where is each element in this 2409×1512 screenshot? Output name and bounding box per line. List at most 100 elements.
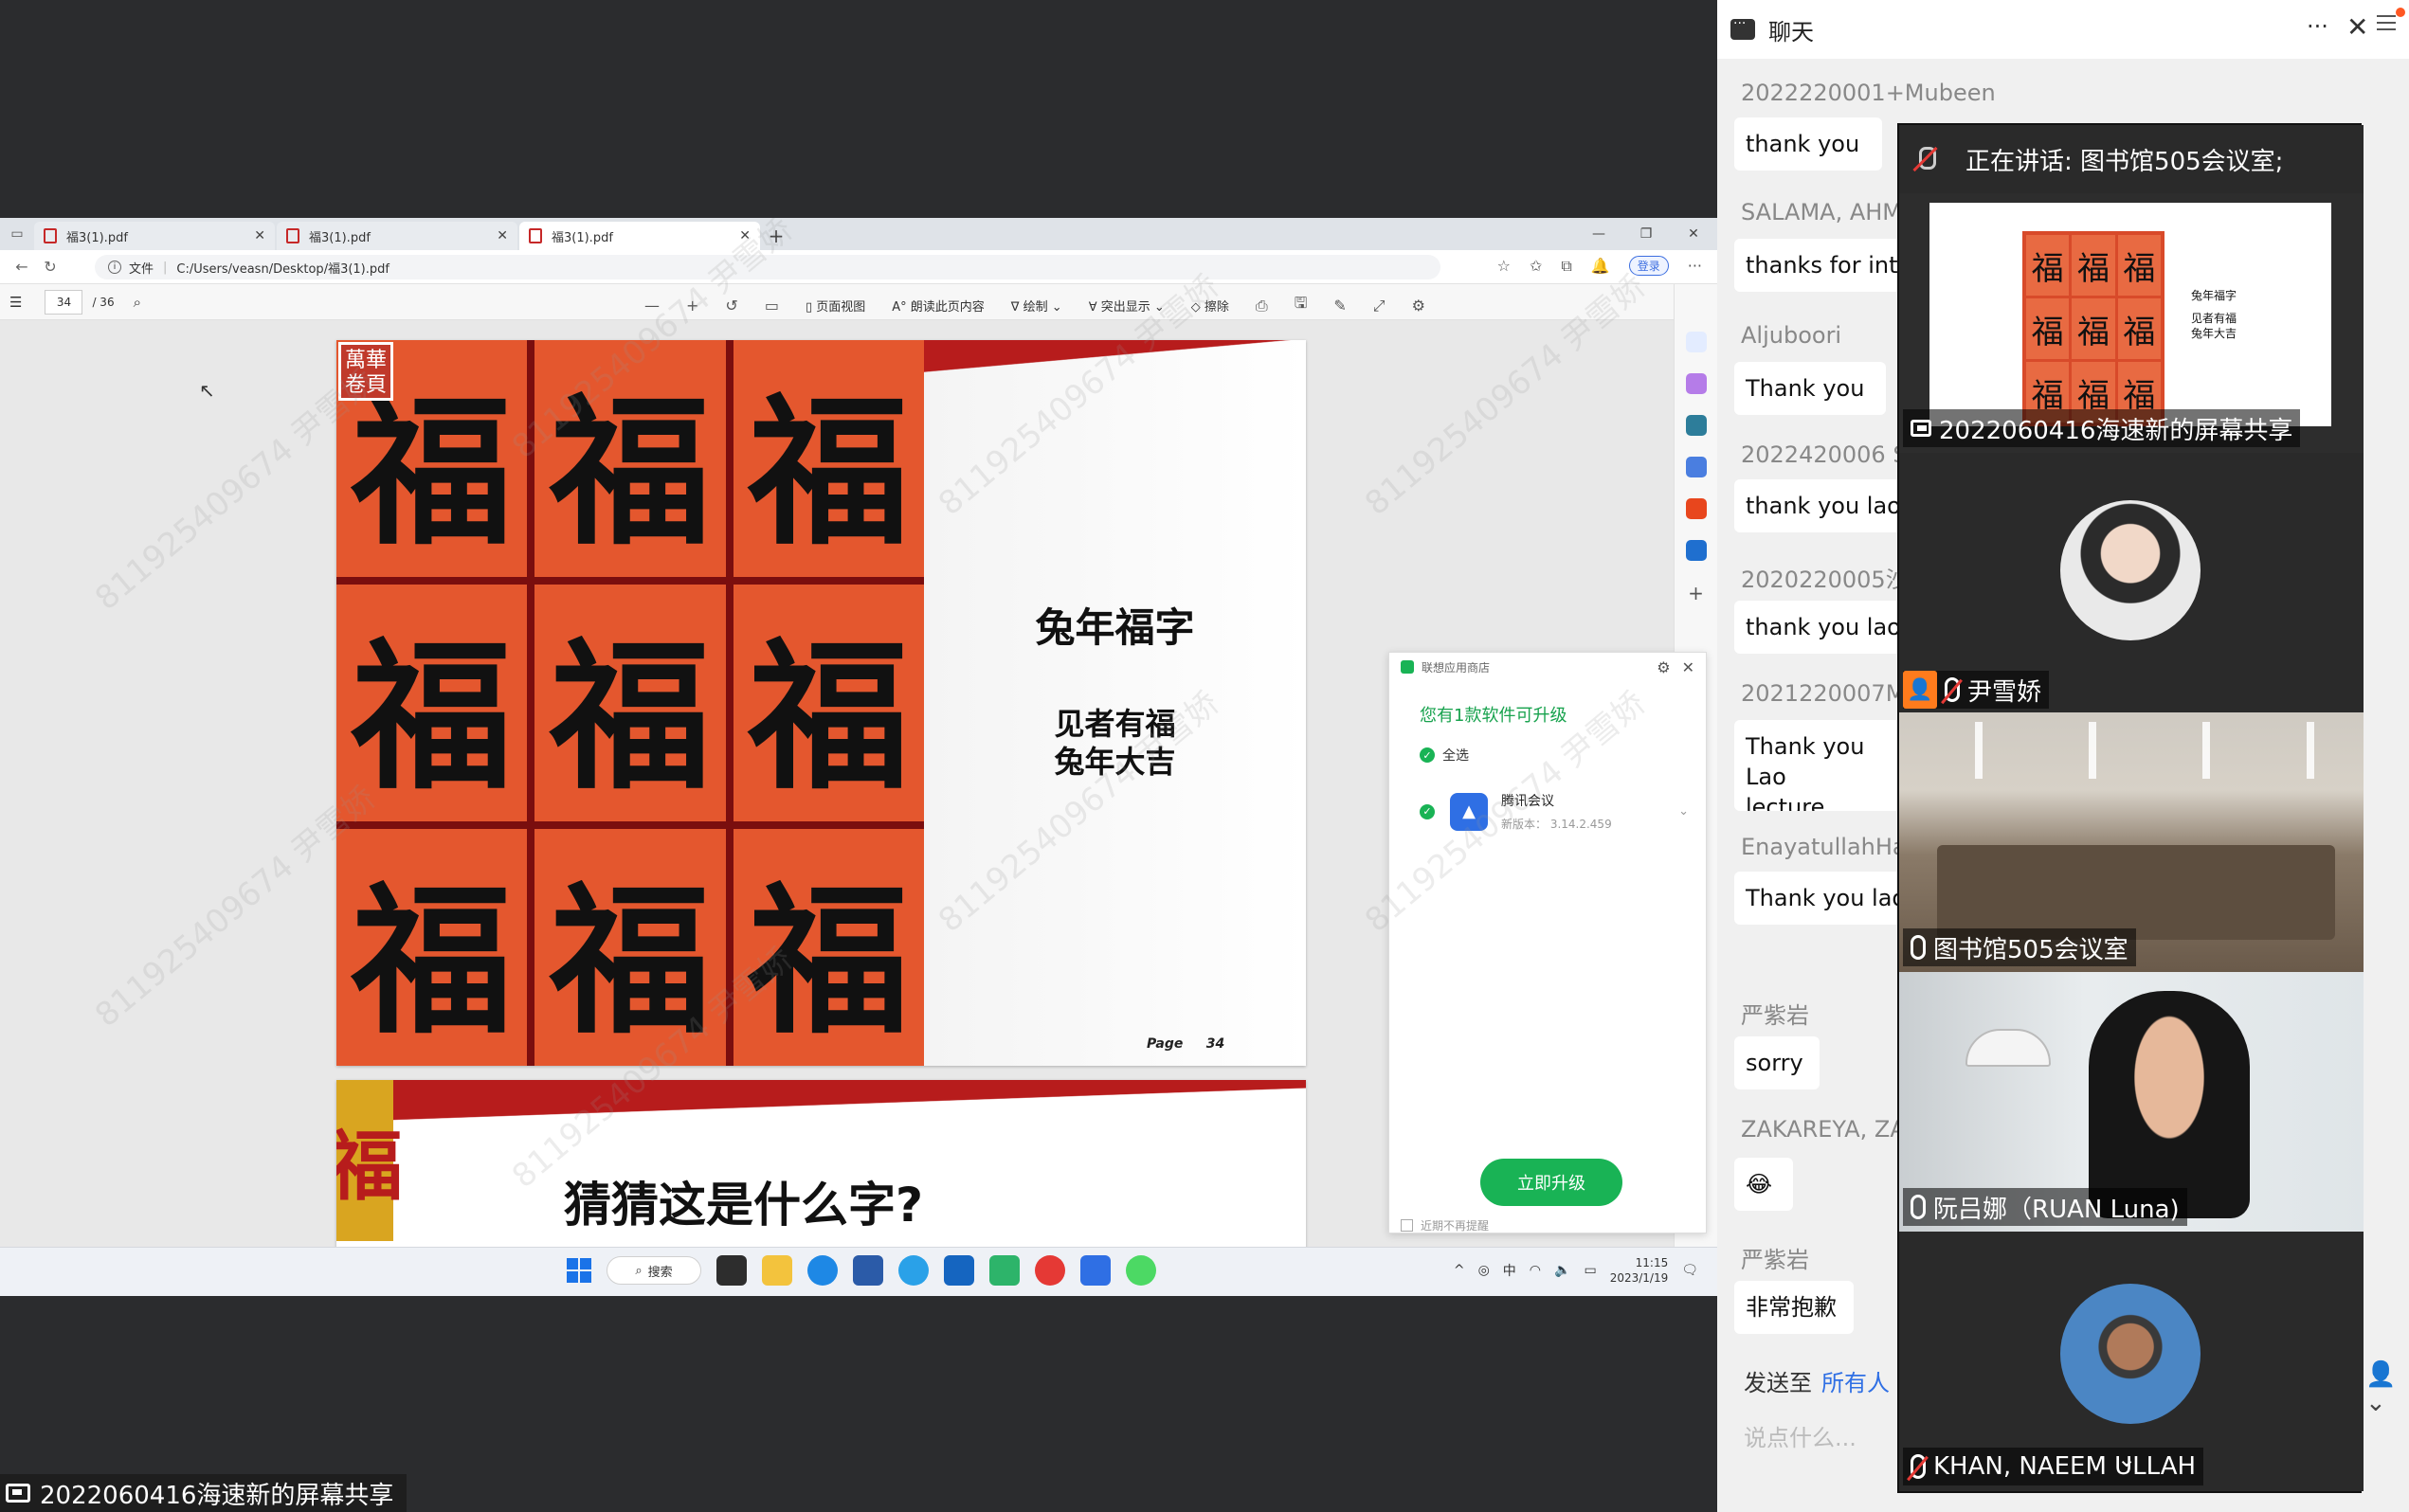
add-sidebar-icon[interactable]: + [1686,582,1707,604]
close-tab-icon[interactable]: ✕ [739,228,751,243]
erase-button[interactable]: ◇ 擦除 [1191,297,1229,315]
clock[interactable]: 11:15 2023/1/19 [1610,1255,1669,1286]
address-input[interactable]: i 文件 | C:/Users/veasn/Desktop/福3(1).pdf [95,255,1440,279]
taskbar-search[interactable]: ⌕ 搜索 [607,1256,701,1285]
send-to-label: 发送至 [1744,1370,1812,1396]
video-tile-active-speaker[interactable]: 图书馆505会议室 [1899,712,2364,972]
workspaces-icon[interactable]: ▭ [0,218,34,250]
popup-source: 联想应用商店 [1422,660,1491,675]
app-store-taskbar-icon[interactable] [989,1255,1020,1286]
search-icon[interactable]: ⌕ [134,294,141,311]
save-as-icon[interactable]: ✎ [1333,297,1346,315]
outlook-icon[interactable] [1685,540,1707,561]
close-chat-icon[interactable]: ✕ [2346,11,2368,43]
print-icon[interactable]: ⎙ [1256,297,1268,315]
ime-indicator[interactable]: 中 [1503,1261,1516,1280]
more-menu-icon[interactable]: ··· [1688,257,1702,275]
slide-page-label: Page 34 [1147,1036,1224,1052]
store-icon[interactable] [853,1255,883,1286]
fullscreen-icon[interactable]: ⤢ [1373,297,1386,315]
back-icon[interactable]: ← [8,258,36,276]
highlight-button[interactable]: ∀ 突出显示 ⌄ [1089,297,1165,315]
contents-icon[interactable]: ☰ [9,294,22,311]
search-sidebar-icon[interactable] [1685,332,1707,352]
fit-page-icon[interactable]: ▭ [765,297,779,315]
chevron-down-icon[interactable]: ⌄ [2117,1446,2136,1472]
dont-remind-checkbox[interactable]: 近期不再提醒 [1401,1217,1489,1233]
minimize-icon[interactable]: — [1575,218,1622,250]
favorites-icon[interactable]: ✩ [1530,257,1542,275]
participant-select-icon[interactable]: 👤⌄ [2365,1360,2409,1417]
select-all-checkbox[interactable]: ✓ 全选 [1420,746,1706,765]
notification-icon[interactable]: 🗨 [1681,1263,1698,1278]
video-tile-participant[interactable]: KHAN, NAEEM ULLAH ⌄ [1899,1232,2364,1491]
menu-icon[interactable] [2377,13,2396,32]
mic-muted-icon[interactable] [1912,145,1937,173]
tencent-meeting-taskbar-icon[interactable] [1080,1255,1111,1286]
browser-tab-3-active[interactable]: 福3(1).pdf ✕ [519,222,760,250]
page-view-button[interactable]: ▯ 页面视图 [806,297,865,315]
video-tile-participant[interactable]: 阮吕娜（RUAN Luna) [1899,972,2364,1232]
more-options-icon[interactable]: ··· [2307,13,2328,40]
video-tile-screen-share[interactable]: 福福福 福福福 福福福 兔年福字 见者有福 兔年大吉 2022060416海速新… [1899,193,2364,453]
lenovo-app-icon[interactable] [944,1255,974,1286]
copilot-icon[interactable] [1685,373,1707,394]
close-window-icon[interactable]: ✕ [1670,218,1717,250]
tile-name-label: KHAN, NAEEM ULLAH [1903,1448,2204,1485]
close-tab-icon[interactable]: ✕ [497,228,508,243]
page-number-input[interactable]: 34 [45,289,83,315]
draw-icon: ∇ [1010,300,1023,315]
send-to-selector[interactable]: 发送至 所有人 [1744,1364,1890,1397]
tray-overflow-icon[interactable]: ^ [1454,1263,1465,1278]
favorite-star-icon[interactable]: ☆ [1497,257,1511,275]
erase-label: 擦除 [1204,300,1229,315]
upgrade-now-button[interactable]: 立即升级 [1480,1159,1622,1206]
chevron-down-icon[interactable]: ⌄ [1678,804,1689,819]
file-explorer-icon[interactable] [762,1255,792,1286]
zoom-out-icon[interactable]: — [644,297,660,315]
message-sender: 2021220007MC [1741,680,1922,707]
windows-start-icon[interactable] [567,1258,591,1283]
tencent-meeting-icon: ▲ [1450,792,1488,831]
chrome-icon[interactable] [1035,1255,1065,1286]
new-tab-button[interactable]: + [762,222,790,250]
task-view-icon[interactable] [716,1255,747,1286]
login-button[interactable]: 登录 [1628,256,1669,276]
save-icon[interactable]: 🖫 [1295,293,1308,318]
games-icon[interactable] [1685,457,1707,477]
close-tab-icon[interactable]: ✕ [254,228,265,243]
fu-character: 福 [733,585,924,821]
tools-icon[interactable] [1685,415,1707,436]
video-tile-participant[interactable]: 👤 尹雪娇 [1899,453,2364,712]
send-to-target[interactable]: 所有人 [1821,1370,1890,1396]
office-icon[interactable] [1685,498,1707,519]
notifications-icon[interactable]: 🔔 [1591,257,1610,275]
settings-gear-icon[interactable]: ⚙ [1412,297,1425,315]
refresh-icon[interactable]: ↻ [36,258,64,276]
info-icon[interactable]: i [108,261,121,274]
collections-icon[interactable]: ⧉ [1561,257,1571,276]
software-update-popup: 联想应用商店 ⚙ ✕ 您有1款软件可升级 ✓ 全选 ✓ ▲ 腾讯会议 新版本： … [1388,652,1707,1233]
checkbox-box[interactable] [1401,1219,1413,1232]
close-icon[interactable]: ✕ [1682,658,1694,676]
browser-tab-2[interactable]: 福3(1).pdf ✕ [277,222,517,250]
rotate-icon[interactable]: ↺ [725,297,737,315]
edge-browser-icon[interactable] [807,1255,838,1286]
chat-input[interactable]: 说点什么... [1744,1419,1857,1452]
update-item[interactable]: ✓ ▲ 腾讯会议 新版本： 3.14.2.459 ⌄ [1420,791,1706,832]
browser-tab-1[interactable]: 福3(1).pdf ✕ [34,222,275,250]
network-app-icon[interactable]: ◎ [1478,1263,1490,1278]
ceiling-light [2089,722,2096,779]
read-aloud-button[interactable]: A° 朗读此页内容 [892,297,985,315]
battery-icon[interactable]: ▭ [1584,1263,1596,1278]
edge-dev-icon[interactable] [898,1255,929,1286]
volume-icon[interactable]: 🔈 [1554,1263,1570,1278]
check-icon[interactable]: ✓ [1420,803,1435,819]
settings-icon[interactable]: ⚙ [1657,658,1670,676]
zoom-in-icon[interactable]: + [686,297,698,315]
date: 2023/1/19 [1609,1271,1669,1285]
wechat-icon[interactable] [1126,1255,1156,1286]
wifi-icon[interactable]: ◠ [1530,1263,1541,1278]
draw-button[interactable]: ∇ 绘制 ⌄ [1011,297,1062,315]
maximize-icon[interactable]: ❐ [1622,218,1670,250]
